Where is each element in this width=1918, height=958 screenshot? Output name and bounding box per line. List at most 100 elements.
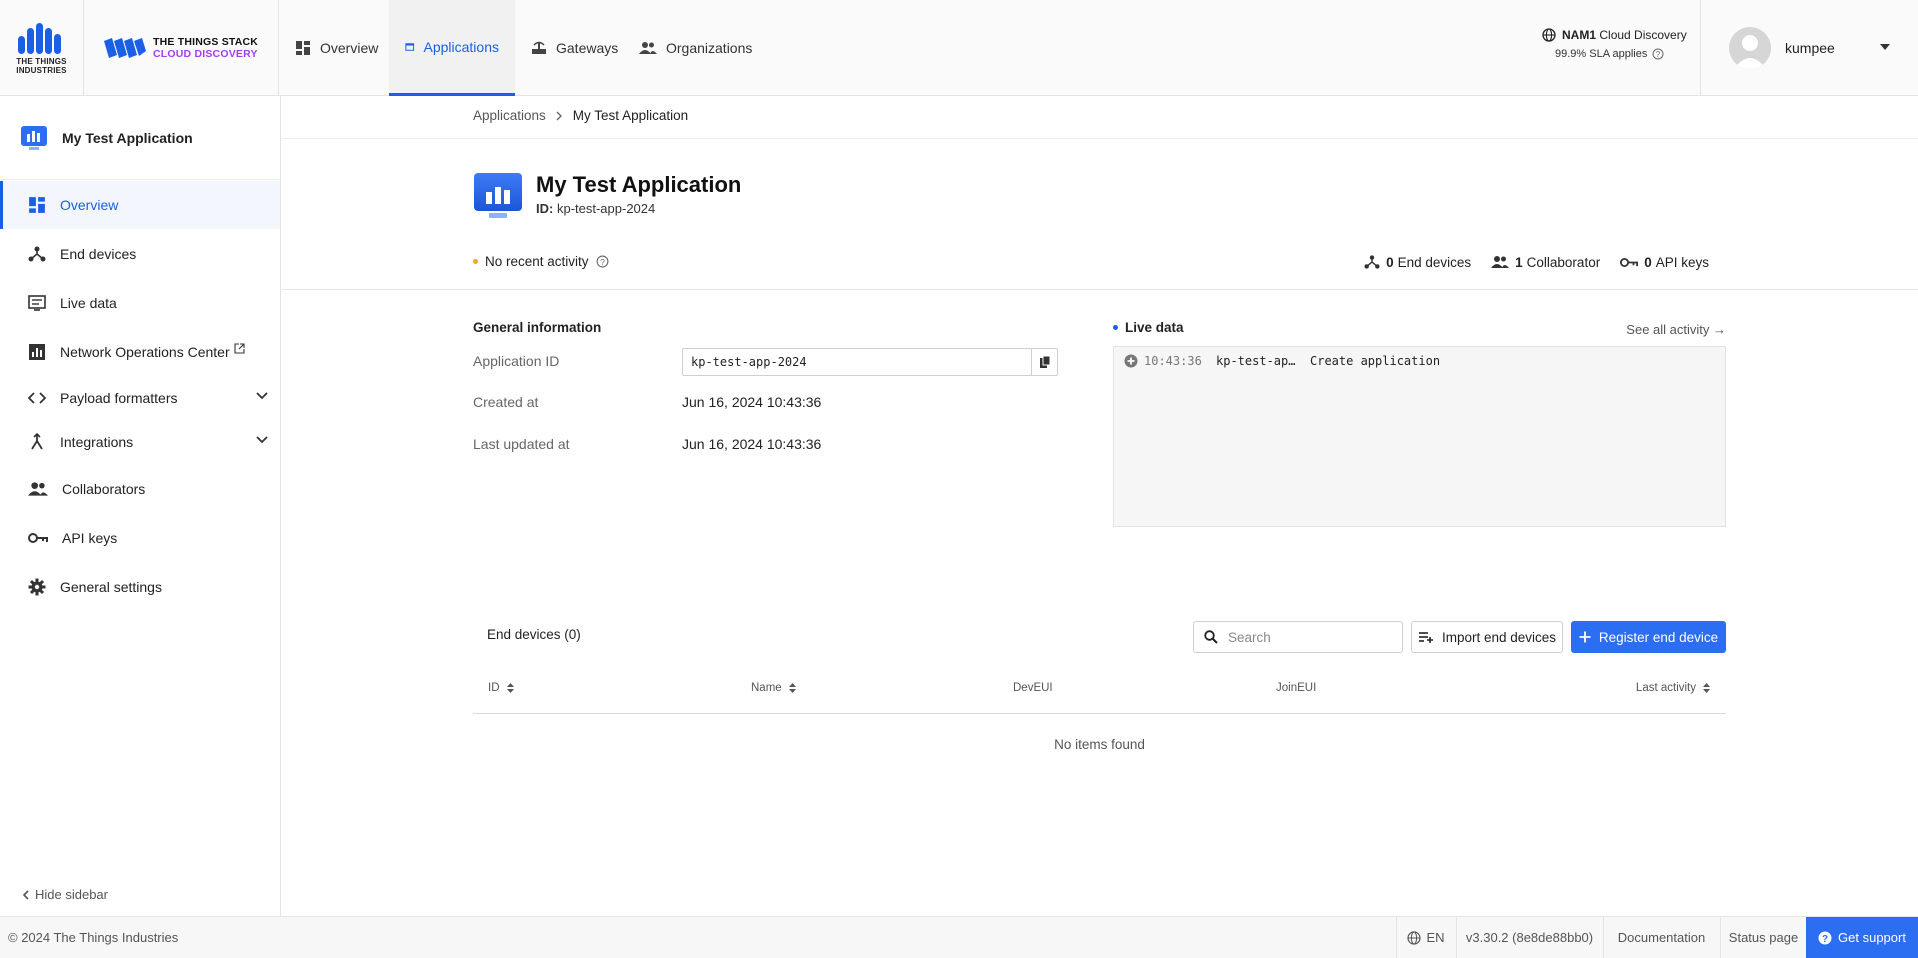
live-data-event-row[interactable]: 10:43:36 kp-test-ap… Create application <box>1124 354 1440 368</box>
search-icon <box>1204 630 1218 644</box>
end-devices-stat[interactable]: 0 End devices <box>1364 254 1471 270</box>
code-icon <box>28 392 46 404</box>
app-id-value: kp-test-app-2024 <box>556 201 656 216</box>
gateway-icon <box>532 41 546 54</box>
column-header-label: Name <box>751 682 782 694</box>
sidebar-item-label: Network Operations Center <box>60 344 230 360</box>
import-end-devices-button[interactable]: Import end devices <box>1411 621 1563 653</box>
column-header-label: Last activity <box>1635 682 1696 694</box>
column-header-last-activity[interactable]: Last activity <box>1636 682 1710 694</box>
sidebar-app-name: My Test Application <box>62 129 193 146</box>
general-information-title: General information <box>473 320 602 335</box>
sidebar-item-api-keys[interactable]: API keys <box>0 514 280 562</box>
register-end-device-button[interactable]: Register end device <box>1571 621 1726 653</box>
collaborators-label: Collaborator <box>1526 254 1601 270</box>
language-label: EN <box>1426 930 1445 945</box>
empty-table-message: No items found <box>1054 737 1145 752</box>
search-input[interactable]: Search <box>1193 621 1403 653</box>
sidebar-item-label: General settings <box>60 579 162 595</box>
hide-sidebar-button[interactable]: Hide sidebar <box>22 887 108 902</box>
api-keys-count: 0 <box>1644 254 1652 270</box>
documentation-link[interactable]: Documentation <box>1603 917 1719 958</box>
nav-tab-label: Overview <box>320 40 379 56</box>
live-dot <box>1113 325 1118 330</box>
column-header-id[interactable]: ID <box>488 682 514 694</box>
sort-icon <box>1703 683 1710 693</box>
sidebar-item-label: Collaborators <box>62 481 146 497</box>
sidebar-item-label: API keys <box>62 530 118 546</box>
nav-tab-overview[interactable]: Overview <box>279 0 394 96</box>
tti-logo[interactable]: THE THINGS INDUSTRIES <box>0 0 84 96</box>
sort-icon <box>788 683 796 693</box>
sidebar-item-integrations[interactable]: Integrations <box>0 418 280 466</box>
user-menu[interactable]: kumpee <box>1700 0 1918 96</box>
collaborators-count: 1 <box>1515 254 1523 270</box>
copy-button[interactable] <box>1031 349 1057 375</box>
register-end-device-label: Register end device <box>1598 629 1719 645</box>
status-page-link[interactable]: Status page <box>1720 917 1806 958</box>
sidebar-item-overview[interactable]: Overview <box>0 181 280 229</box>
chevron-left-icon <box>22 889 29 900</box>
nav-tab-gateways[interactable]: Gateways <box>515 0 634 96</box>
see-all-activity-link[interactable]: See all activity → <box>1626 322 1726 337</box>
region-code: NAM1 <box>1562 28 1597 42</box>
sidebar-item-payload-formatters[interactable]: Payload formatters <box>0 374 280 422</box>
sidebar-item-label: Overview <box>60 197 119 213</box>
live-data-title-text: Live data <box>1125 320 1184 335</box>
breadcrumb: Applications My Test Application <box>473 108 688 123</box>
nav-tab-applications[interactable]: Applications <box>389 0 515 96</box>
nav-tab-organizations[interactable]: Organizations <box>623 0 768 96</box>
end-devices-table-header: ID Name DevEUI JoinEUI Last activity <box>473 664 1726 714</box>
sidebar-item-noc[interactable]: Network Operations Center <box>0 328 280 376</box>
column-header-joineui: JoinEUI <box>1276 682 1316 694</box>
tti-logo-text-2: INDUSTRIES <box>16 65 67 75</box>
sidebar-item-label: Integrations <box>60 434 134 450</box>
brand-line-2: CLOUD DISCOVERY <box>153 48 258 60</box>
application-icon <box>21 125 47 150</box>
key-icon <box>28 533 48 543</box>
copyright: © 2024 The Things Industries <box>8 930 179 945</box>
chevron-down-icon[interactable] <box>256 392 268 400</box>
app-id-line: ID: kp-test-app-2024 <box>536 201 655 216</box>
cluster-region[interactable]: NAM1 Cloud Discovery 99.9% SLA applies ? <box>1542 28 1687 60</box>
region-label: Cloud Discovery <box>1599 28 1687 42</box>
sidebar: My Test Application Overview End devices… <box>0 96 281 916</box>
help-icon: ? <box>1818 931 1832 945</box>
dashboard-icon <box>29 197 45 213</box>
sla-text: 99.9% SLA applies <box>1555 48 1648 60</box>
help-icon[interactable]: ? <box>596 255 609 268</box>
sidebar-item-live-data[interactable]: Live data <box>0 279 280 327</box>
sidebar-item-label: End devices <box>60 246 137 262</box>
globe-icon <box>1542 28 1556 42</box>
devices-icon <box>1364 255 1380 269</box>
sidebar-item-end-devices[interactable]: End devices <box>0 230 280 278</box>
caret-down-icon[interactable] <box>1880 44 1890 50</box>
help-icon[interactable]: ? <box>1652 48 1664 60</box>
breadcrumb-current: My Test Application <box>572 108 689 123</box>
collaborators-stat[interactable]: 1 Collaborator <box>1491 254 1600 270</box>
live-data-panel: Live data See all activity → 10:43:36 kp… <box>1113 320 1726 527</box>
stack-logo[interactable]: THE THINGS STACK CLOUD DISCOVERY <box>85 0 279 96</box>
app-id-field-value[interactable]: kp-test-app-2024 <box>683 349 1031 375</box>
get-support-button[interactable]: ? Get support <box>1806 917 1918 958</box>
updated-at-label: Last updated at <box>473 436 570 452</box>
chevron-down-icon[interactable] <box>256 436 268 444</box>
column-header-label: ID <box>488 682 500 694</box>
chart-icon <box>29 344 45 360</box>
column-header-name[interactable]: Name <box>751 682 796 694</box>
column-header-label: JoinEUI <box>1276 682 1317 694</box>
application-icon <box>474 173 522 218</box>
breadcrumb-applications-link[interactable]: Applications <box>473 108 546 123</box>
sidebar-item-collaborators[interactable]: Collaborators <box>0 465 280 513</box>
application-header: My Test Application ID: kp-test-app-2024… <box>282 140 1918 290</box>
sort-icon <box>506 683 514 693</box>
search-placeholder: Search <box>1228 629 1271 645</box>
app-id-field[interactable]: kp-test-app-2024 <box>682 348 1058 376</box>
application-icon <box>405 42 415 51</box>
sidebar-item-general-settings[interactable]: General settings <box>0 563 280 611</box>
devices-icon <box>28 246 46 262</box>
api-keys-stat[interactable]: 0 API keys <box>1620 254 1709 270</box>
end-devices-label: End devices <box>1397 254 1472 270</box>
status-dot <box>473 259 478 264</box>
language-selector[interactable]: EN <box>1396 917 1455 958</box>
